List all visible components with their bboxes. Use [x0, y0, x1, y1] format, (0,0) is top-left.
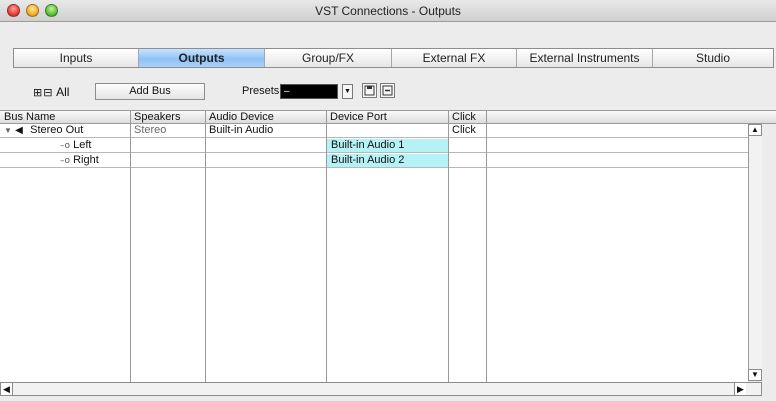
- presets-label: Presets: [242, 85, 280, 97]
- bus-name-cell[interactable]: ▼ ◀︎ Stereo Out: [0, 124, 130, 137]
- disclosure-triangle-icon[interactable]: ▼: [4, 124, 12, 137]
- speakers-cell: [130, 139, 205, 152]
- add-bus-button[interactable]: Add Bus: [95, 83, 205, 100]
- scroll-up-icon[interactable]: ▲: [748, 124, 762, 136]
- bus-name: Stereo Out: [30, 124, 84, 136]
- click-cell: [448, 154, 486, 167]
- column-divider: [130, 110, 131, 382]
- channel-connector-icon: –o: [60, 141, 71, 151]
- window-title: VST Connections - Outputs: [315, 4, 461, 18]
- vertical-scrollbar[interactable]: [748, 124, 762, 381]
- device-port-cell[interactable]: Built-in Audio 1: [327, 139, 448, 152]
- column-header-click[interactable]: Click: [448, 111, 486, 123]
- column-divider: [448, 110, 449, 382]
- expand-all-control[interactable]: ⊞⊟ All: [33, 85, 69, 99]
- tab-external-instruments[interactable]: External Instruments: [517, 49, 653, 67]
- click-cell[interactable]: Click: [448, 124, 486, 137]
- channel-connector-icon: –o: [60, 156, 71, 166]
- scroll-down-icon[interactable]: ▼: [748, 369, 762, 381]
- tab-studio[interactable]: Studio: [653, 49, 773, 67]
- speaker-icon: ◀︎: [15, 125, 23, 136]
- channel-name: Left: [73, 139, 92, 151]
- tab-inputs[interactable]: Inputs: [14, 49, 139, 67]
- presets-dropdown-icon[interactable]: ▼: [342, 84, 353, 99]
- column-divider: [326, 110, 327, 382]
- title-bar: VST Connections - Outputs: [0, 0, 776, 22]
- audio-device-cell: [205, 139, 326, 152]
- column-header-device-port[interactable]: Device Port: [326, 111, 448, 123]
- column-header-audio-device[interactable]: Audio Device: [205, 111, 326, 123]
- table-row[interactable]: –o Right Built-in Audio 2: [0, 154, 748, 168]
- expand-collapse-icon[interactable]: ⊞⊟: [33, 86, 53, 99]
- save-preset-icon[interactable]: [362, 83, 377, 98]
- click-cell: [448, 139, 486, 152]
- speakers-cell: Stereo: [134, 124, 167, 136]
- all-label: All: [56, 85, 70, 99]
- remove-preset-icon[interactable]: [380, 83, 395, 98]
- table-header: Bus Name Speakers Audio Device Device Po…: [0, 110, 776, 124]
- column-header-speakers[interactable]: Speakers: [130, 111, 205, 123]
- bus-name-cell[interactable]: –o Right: [0, 154, 130, 167]
- scroll-left-icon[interactable]: ◀: [1, 383, 13, 395]
- tab-outputs[interactable]: Outputs: [139, 49, 265, 67]
- window-margin: [762, 124, 776, 396]
- channel-name: Right: [73, 154, 99, 166]
- column-divider: [205, 110, 206, 382]
- table-row[interactable]: ▼ ◀︎ Stereo Out Stereo Built-in Audio Cl…: [0, 124, 748, 138]
- audio-device-cell: [205, 154, 326, 167]
- audio-device-cell[interactable]: Built-in Audio: [205, 124, 326, 137]
- horizontal-scrollbar[interactable]: [0, 382, 762, 396]
- table-body: [0, 137, 748, 382]
- table-row[interactable]: –o Left Built-in Audio 1: [0, 139, 748, 153]
- device-port-cell[interactable]: [326, 124, 448, 137]
- toolbar: ⊞⊟ All Add Bus Presets – ▼: [0, 80, 776, 104]
- bus-name-cell[interactable]: –o Left: [0, 139, 130, 152]
- tab-bar: Inputs Outputs Group/FX External FX Exte…: [13, 48, 774, 68]
- device-port-cell[interactable]: Built-in Audio 2: [327, 154, 448, 167]
- tab-external-fx[interactable]: External FX: [392, 49, 517, 67]
- column-header-bus-name[interactable]: Bus Name: [0, 111, 130, 123]
- speakers-cell: [130, 154, 205, 167]
- scroll-right-icon[interactable]: ▶: [734, 383, 746, 395]
- tab-group-fx[interactable]: Group/FX: [265, 49, 392, 67]
- presets-select[interactable]: –: [280, 84, 338, 99]
- column-divider: [486, 110, 487, 382]
